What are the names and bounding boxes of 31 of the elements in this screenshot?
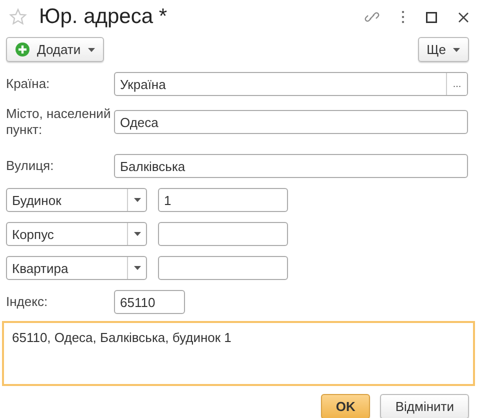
add-button[interactable]: Додати — [6, 37, 104, 62]
input-field[interactable]: 1 — [158, 188, 288, 212]
star-icon[interactable] — [9, 8, 27, 26]
maximize-icon[interactable] — [426, 12, 437, 22]
field-label: Вулиця: — [6, 158, 55, 174]
field-label: Індекс: — [6, 294, 49, 310]
dropdown-field[interactable]: Корпус — [6, 222, 147, 246]
close-icon[interactable] — [458, 12, 469, 22]
input-field[interactable]: Україна ... — [114, 72, 468, 96]
input-field[interactable] — [158, 222, 288, 246]
ok-button[interactable]: OK — [320, 394, 370, 418]
more-button[interactable]: Ще — [418, 37, 469, 62]
more-icon[interactable] — [401, 10, 405, 24]
plus-circle-icon — [15, 42, 30, 57]
caret-icon — [134, 198, 140, 202]
dropdown-field[interactable]: Квартира — [6, 256, 147, 280]
input-field[interactable]: Одеса — [114, 110, 468, 134]
cancel-button[interactable]: Відмінити — [380, 394, 469, 418]
input-field[interactable]: 65110 — [114, 290, 185, 314]
caret-icon — [453, 48, 460, 52]
input-field[interactable] — [158, 256, 288, 280]
dropdown-field[interactable]: Будинок — [6, 188, 147, 212]
caret-icon — [88, 48, 95, 52]
input-field[interactable]: Балківська — [114, 154, 468, 178]
caret-icon — [134, 266, 140, 270]
field-label: Країна: — [6, 76, 51, 92]
address-text-area[interactable]: 65110, Одеса, Балківська, будинок 1 — [2, 321, 475, 386]
choice-button[interactable]: ... — [446, 73, 467, 95]
window-title: Юр. адреса * — [39, 5, 168, 29]
field-label: Місто, населений пункт: — [6, 106, 112, 138]
caret-icon — [134, 232, 140, 236]
